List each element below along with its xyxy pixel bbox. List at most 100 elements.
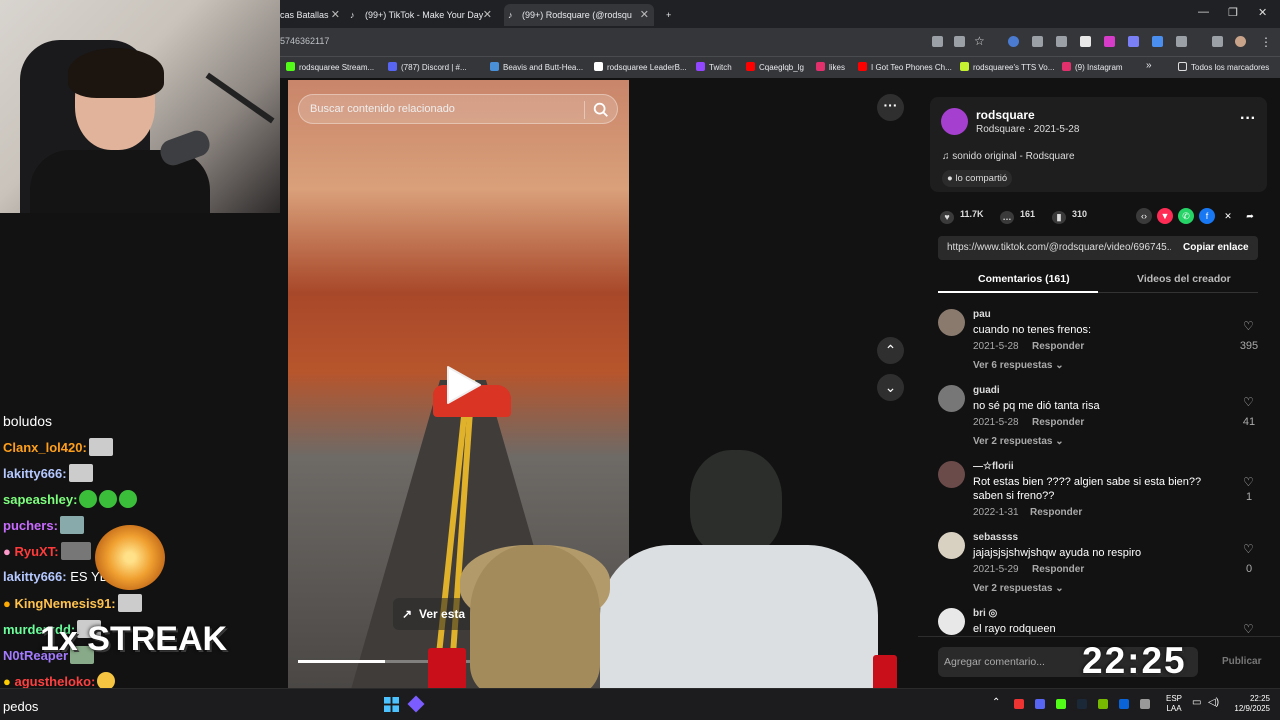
heart-icon[interactable]: ♡ — [1243, 475, 1254, 489]
heart-icon[interactable]: ♡ — [1243, 622, 1254, 636]
bookmark-item[interactable]: Cqaeglqb_lg — [746, 62, 804, 72]
windows-start-icon[interactable] — [384, 697, 399, 712]
facebook-icon[interactable]: f — [1199, 208, 1215, 224]
discord-tray-icon[interactable] — [1035, 699, 1045, 709]
commenter-avatar[interactable] — [938, 461, 965, 488]
steam-tray-icon[interactable] — [1077, 699, 1087, 709]
reply-button[interactable]: Responder — [1030, 507, 1082, 518]
minimize-icon[interactable]: — — [1198, 6, 1209, 18]
language-indicator[interactable]: ESP LAA — [1166, 694, 1182, 714]
tiktok-icon: ♪ — [508, 10, 513, 20]
taskbar-clock[interactable]: 22:25 12/9/2025 — [1226, 694, 1270, 714]
bookmark-item[interactable]: likes — [816, 62, 845, 72]
extension-icon[interactable] — [1152, 36, 1163, 47]
tray-icon[interactable] — [1056, 699, 1066, 709]
bookmark-item[interactable]: (787) Discord | #... — [388, 62, 467, 72]
copy-link-button[interactable]: Copiar enlace — [1183, 242, 1249, 253]
window-close-icon[interactable]: ✕ — [1258, 6, 1267, 19]
new-tab-button[interactable]: + — [666, 4, 680, 26]
cast-icon[interactable] — [932, 36, 943, 47]
creator-avatar[interactable] — [941, 108, 968, 135]
bookmark-item[interactable]: (9) Instagram — [1062, 62, 1123, 72]
play-icon[interactable] — [444, 365, 484, 405]
tab-creator-videos[interactable]: Videos del creador — [1137, 273, 1231, 285]
extension-icon[interactable] — [1080, 36, 1091, 47]
bookmark-item[interactable]: I Got Teo Phones Ch... — [858, 62, 952, 72]
whatsapp-icon[interactable]: ✆ — [1178, 208, 1194, 224]
bookmark-item[interactable]: Twitch — [696, 62, 732, 72]
publish-button[interactable]: Publicar — [1222, 656, 1261, 667]
close-icon[interactable]: ✕ — [640, 4, 649, 26]
bookmark-item[interactable]: rodsquaree's TTS Vo... — [960, 62, 1054, 72]
comment-button[interactable]: … 161 — [1000, 209, 1035, 224]
extension-icon[interactable] — [1128, 36, 1139, 47]
volume-icon[interactable]: ◁) — [1208, 697, 1219, 708]
commenter-name[interactable]: —☆florii — [973, 461, 1014, 472]
send-icon[interactable]: ▼ — [1157, 208, 1173, 224]
bluetooth-tray-icon[interactable] — [1119, 699, 1129, 709]
nvidia-tray-icon[interactable] — [1098, 699, 1108, 709]
media-icon[interactable] — [1212, 36, 1223, 47]
heart-icon[interactable]: ♡ — [1243, 395, 1254, 409]
reply-button[interactable]: Responder — [1032, 341, 1084, 352]
comment-item: pau cuando no tenes frenos: 2021-5-28 Re… — [938, 309, 1260, 379]
extension-icon[interactable] — [1032, 36, 1043, 47]
commenter-name[interactable]: bri ◎ — [973, 608, 997, 619]
star-icon[interactable]: ☆ — [974, 34, 985, 48]
url-text[interactable]: 5746362117 — [280, 36, 329, 46]
close-icon[interactable]: ✕ — [483, 4, 492, 26]
like-button[interactable]: ♥ 11.7K — [940, 209, 984, 224]
extension-icon[interactable] — [1008, 36, 1019, 47]
commenter-avatar[interactable] — [938, 608, 965, 635]
tray-icon[interactable] — [1014, 699, 1024, 709]
sound-link[interactable]: ♫ sonido original - Rodsquare — [942, 151, 1075, 162]
share-arrow-icon[interactable]: ➦ — [1242, 208, 1258, 224]
tab-rodsquare[interactable]: ♪ (99+) Rodsquare (@rodsqu ✕ — [504, 4, 654, 26]
bookmark-item[interactable]: rodsquaree LeaderB... — [594, 62, 687, 72]
view-replies-button[interactable]: Ver 6 respuestas ⌄ — [973, 360, 1064, 371]
all-bookmarks-button[interactable]: Todos los marcadores — [1178, 62, 1269, 72]
network-icon[interactable]: ▭ — [1192, 697, 1201, 708]
camera-icon[interactable] — [1056, 36, 1067, 47]
x-icon[interactable]: ✕ — [1220, 208, 1236, 224]
video-link-text[interactable]: https://www.tiktok.com/@rodsquare/video/… — [947, 242, 1171, 253]
commenter-name[interactable]: sebassss — [973, 532, 1018, 543]
tab-batallas[interactable]: cas Batallas ✕ — [280, 4, 340, 26]
profile-avatar[interactable] — [1235, 36, 1246, 47]
tab-tiktok[interactable]: ♪ (99+) TikTok - Make Your Day ✕ — [350, 4, 492, 26]
heart-icon[interactable]: ♡ — [1243, 542, 1254, 556]
reply-button[interactable]: Responder — [1032, 564, 1084, 575]
translate-icon[interactable] — [954, 36, 965, 47]
commenter-name[interactable]: guadi — [973, 385, 1000, 396]
bookmark-item[interactable]: rodsquaree Stream... — [286, 62, 374, 72]
view-replies-button[interactable]: Ver 2 respuestas ⌄ — [973, 436, 1064, 447]
heart-icon[interactable]: ♡ — [1243, 319, 1254, 333]
close-icon[interactable]: ✕ — [331, 4, 340, 26]
reply-button[interactable]: Responder — [1032, 417, 1084, 428]
search-input[interactable]: Buscar contenido relacionado — [310, 103, 455, 115]
chevron-up-icon[interactable]: ⌃ — [877, 337, 904, 364]
mic-tray-icon[interactable] — [1140, 699, 1150, 709]
commenter-name[interactable]: pau — [973, 309, 991, 320]
related-search-bar[interactable]: Buscar contenido relacionado — [298, 94, 618, 124]
embed-icon[interactable]: ‹› — [1136, 208, 1152, 224]
search-icon[interactable] — [592, 101, 610, 119]
chevron-up-icon[interactable]: ⌃ — [992, 697, 1000, 708]
more-options-icon[interactable]: ··· — [877, 94, 904, 121]
chevron-down-icon[interactable]: ⌄ — [877, 374, 904, 401]
bookmark-item[interactable]: Beavis and Butt-Hea... — [490, 62, 583, 72]
commenter-avatar[interactable] — [938, 309, 965, 336]
puzzle-icon[interactable] — [1176, 36, 1187, 47]
tab-comments[interactable]: Comentarios (161) — [978, 273, 1070, 285]
bookmarks-overflow-button[interactable]: » — [1146, 60, 1152, 71]
creator-username[interactable]: rodsquare — [976, 108, 1035, 122]
commenter-avatar[interactable] — [938, 385, 965, 412]
view-replies-button[interactable]: Ver 2 respuestas ⌄ — [973, 583, 1064, 594]
more-icon[interactable]: ··· — [1240, 110, 1256, 128]
maximize-icon[interactable]: ❐ — [1228, 6, 1238, 19]
save-button[interactable]: ▮ 310 — [1052, 209, 1087, 224]
extension-icon[interactable] — [1104, 36, 1115, 47]
commenter-avatar[interactable] — [938, 532, 965, 559]
kebab-menu-icon[interactable]: ⋮ — [1260, 35, 1272, 49]
app-icon[interactable] — [407, 695, 425, 713]
